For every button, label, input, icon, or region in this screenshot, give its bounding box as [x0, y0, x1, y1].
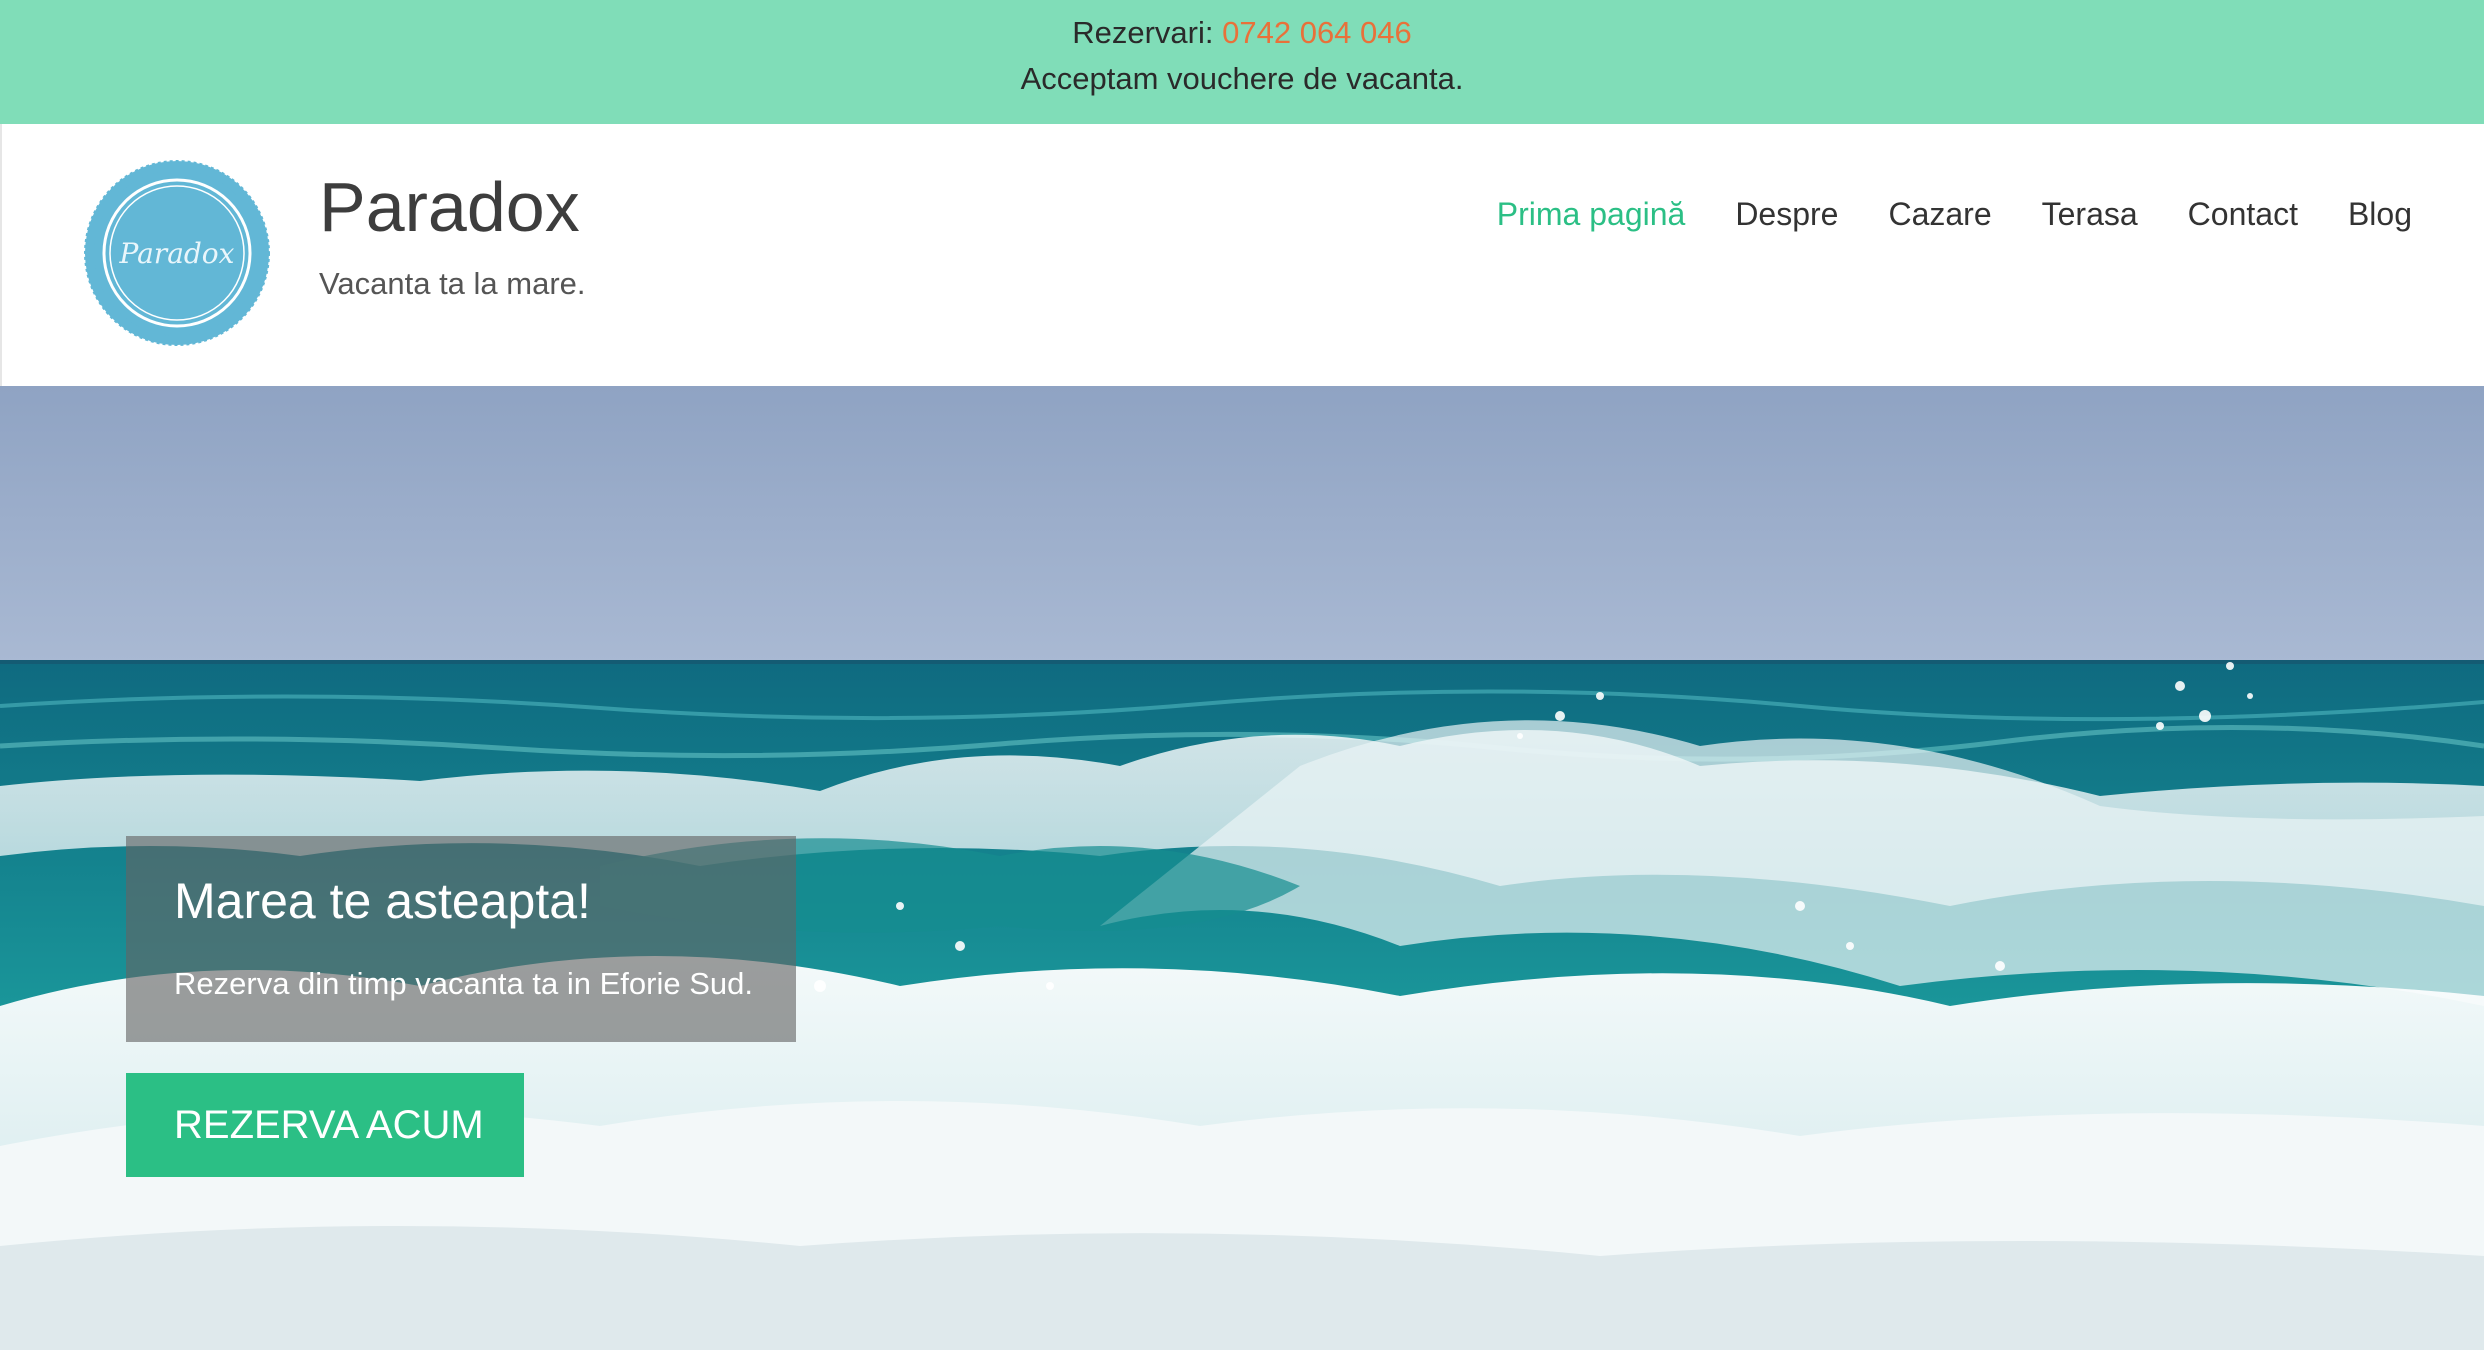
site-header: Paradox Paradox Vacanta ta la mare. Prim…: [0, 124, 2484, 386]
site-title[interactable]: Paradox: [319, 172, 580, 242]
nav-item-contact[interactable]: Contact: [2188, 196, 2298, 233]
nav-item-prima-pagina[interactable]: Prima pagină: [1497, 196, 1686, 233]
nav-item-blog[interactable]: Blog: [2348, 196, 2412, 233]
site-tagline: Vacanta ta la mare.: [319, 266, 586, 301]
announcement-bar: Rezervari: 0742 064 046 Acceptam voucher…: [0, 0, 2484, 124]
reservations-label: Rezervari:: [1072, 15, 1214, 50]
hero-section: Marea te asteapta! Rezerva din timp vaca…: [0, 386, 2484, 1350]
logo-text: Paradox: [119, 237, 235, 270]
nav-item-cazare[interactable]: Cazare: [1888, 196, 1991, 233]
voucher-text: Acceptam vouchere de vacanta.: [1020, 61, 1464, 96]
book-now-button[interactable]: REZERVA ACUM: [126, 1073, 524, 1177]
nav-item-despre[interactable]: Despre: [1735, 196, 1838, 233]
hero-subtitle: Rezerva din timp vacanta ta in Eforie Su…: [174, 966, 753, 1001]
hero-caption: Marea te asteapta! Rezerva din timp vaca…: [126, 836, 796, 1042]
phone-link[interactable]: 0742 064 046: [1222, 15, 1412, 50]
nav-item-terasa[interactable]: Terasa: [2042, 196, 2138, 233]
site-logo[interactable]: Paradox: [84, 160, 270, 346]
main-nav: Prima pagină Despre Cazare Terasa Contac…: [1497, 196, 2412, 233]
hero-title: Marea te asteapta!: [174, 873, 591, 929]
reservations-line: Rezervari: 0742 064 046: [0, 10, 2484, 56]
